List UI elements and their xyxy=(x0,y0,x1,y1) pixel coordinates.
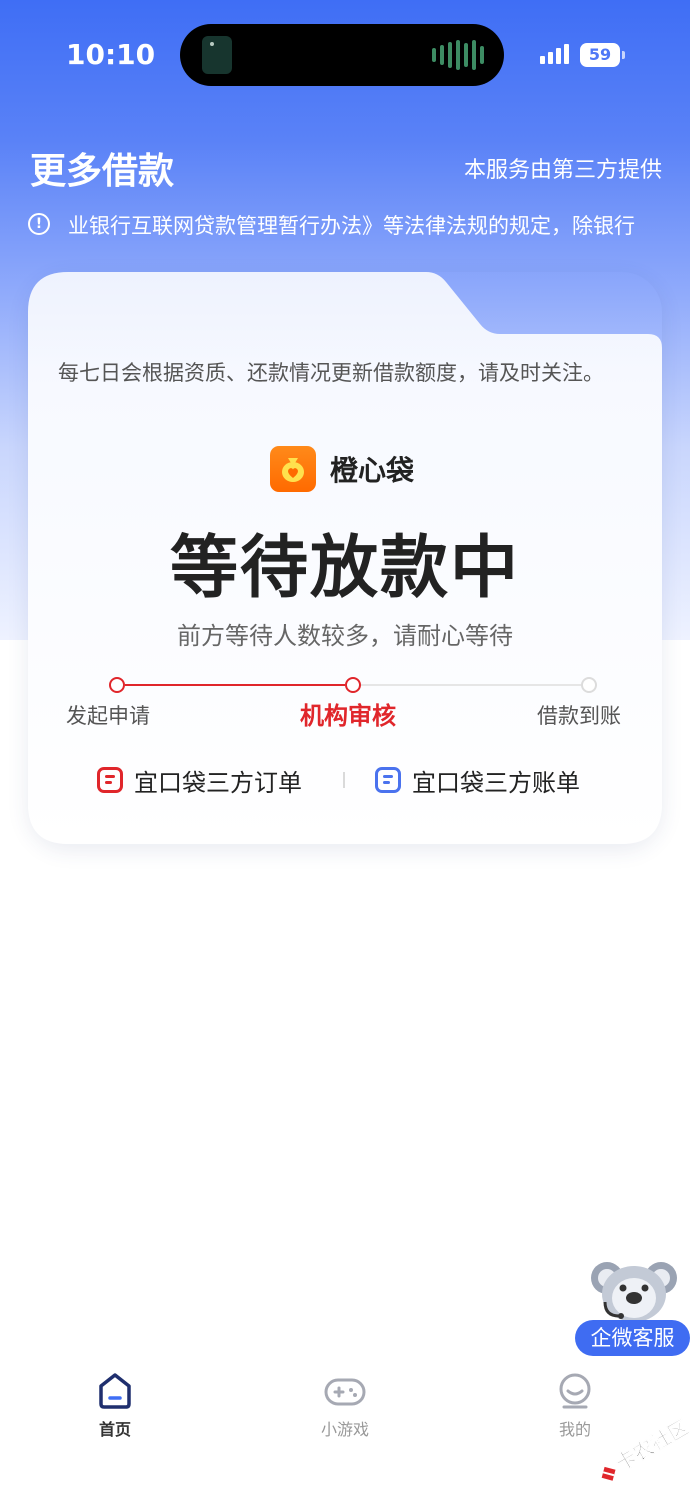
progress-line-pending xyxy=(361,684,581,686)
watermark-text: 卡农社区 xyxy=(611,1415,690,1476)
page-title: 更多借款 xyxy=(30,151,175,192)
status-bar: 10:10 59 xyxy=(0,0,690,110)
watermark-logo: 卡农社区 xyxy=(601,1415,690,1481)
link-divider xyxy=(343,772,345,788)
third-party-orders-link[interactable]: 宜口袋三方订单 xyxy=(97,762,302,798)
step-label-disburse: 借款到账 xyxy=(537,704,621,728)
customer-service-float-button[interactable]: 企微客服 xyxy=(575,1258,690,1358)
loan-status-subtitle: 前方等待人数较多，请耐心等待 xyxy=(177,622,513,650)
status-time: 10:10 xyxy=(66,38,156,71)
notice-marquee[interactable]: ! 业银行互联网贷款管理暂行办法》等法律法规的规定，除银行 xyxy=(28,210,690,244)
progress-line-completed xyxy=(125,684,345,686)
battery-level: 59 xyxy=(588,45,612,64)
cellular-signal-icon xyxy=(540,44,569,64)
lender-brand: 橙心袋 xyxy=(270,446,414,492)
koala-mascot-icon xyxy=(591,1262,677,1322)
orders-link-label: 宜口袋三方订单 xyxy=(134,768,302,797)
step-dot-review xyxy=(345,677,361,693)
money-bag-heart-icon xyxy=(270,446,316,492)
third-party-bills-link[interactable]: 宜口袋三方账单 xyxy=(375,762,580,798)
bill-document-icon xyxy=(375,767,401,793)
profile-icon xyxy=(559,1373,591,1409)
provider-note: 本服务由第三方提供 xyxy=(463,158,662,183)
brand-name: 橙心袋 xyxy=(330,454,415,487)
quota-update-description: 每七日会根据资质、还款情况更新借款额度，请及时关注。 xyxy=(58,361,604,385)
dynamic-island xyxy=(180,24,504,86)
tab-home[interactable]: 首页 xyxy=(55,1372,175,1440)
step-dot-disburse xyxy=(581,677,597,693)
tab-games[interactable]: 小游戏 xyxy=(285,1372,405,1440)
tab-games-label: 小游戏 xyxy=(320,1420,369,1439)
customer-service-label: 企微客服 xyxy=(575,1320,690,1356)
battery-icon: 59 xyxy=(580,43,625,67)
notice-text: 业银行互联网贷款管理暂行办法》等法律法规的规定，除银行 xyxy=(68,214,635,238)
step-dot-apply xyxy=(109,677,125,693)
step-label-review: 机构审核 xyxy=(300,702,396,730)
step-label-apply: 发起申请 xyxy=(66,704,150,728)
tab-home-label: 首页 xyxy=(98,1420,131,1439)
home-icon xyxy=(99,1373,131,1409)
info-icon: ! xyxy=(28,213,50,235)
app-thumbnail-icon xyxy=(202,36,232,74)
audio-wave-icon xyxy=(432,40,484,70)
order-document-icon xyxy=(97,767,123,793)
bills-link-label: 宜口袋三方账单 xyxy=(412,768,580,797)
gamepad-icon xyxy=(324,1378,366,1406)
loan-status-title: 等待放款中 xyxy=(169,529,520,608)
